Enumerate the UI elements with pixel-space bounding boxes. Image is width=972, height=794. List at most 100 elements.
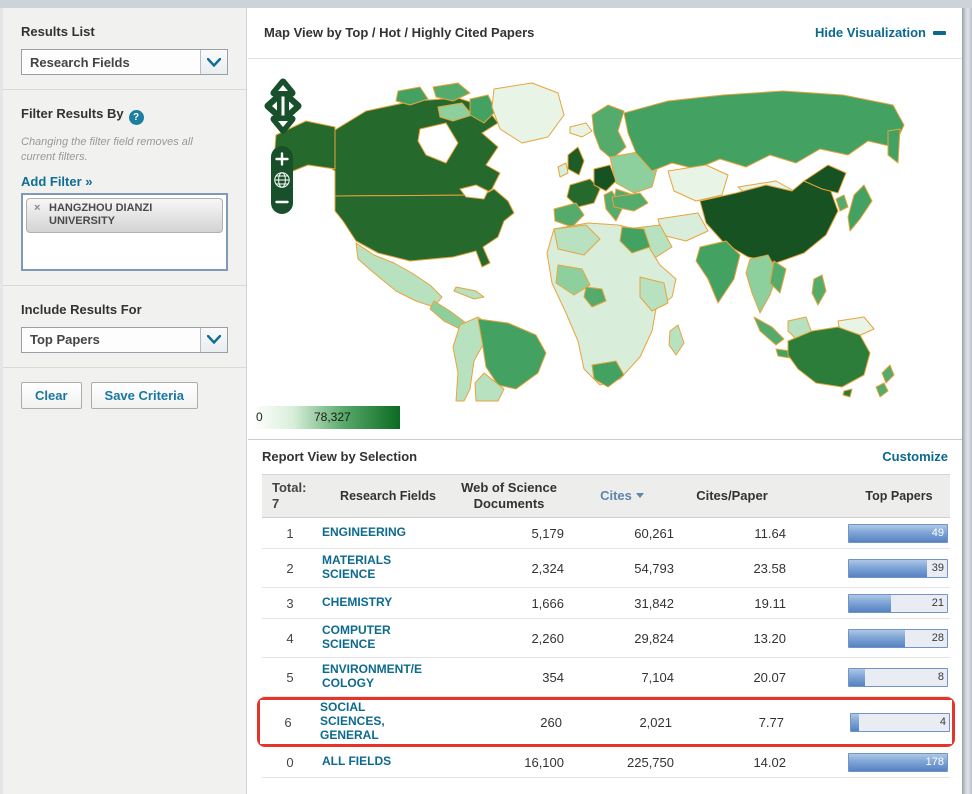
top-papers-gauge: 28 [848,629,948,648]
rank-cell: 6 [260,715,316,730]
field-line: CHEMISTRY [322,596,454,610]
col-header-cites-per-paper[interactable]: Cites/Paper [678,488,788,504]
col-header-top-papers[interactable]: Top Papers [848,489,950,504]
field-line: ENGINEERING [322,526,454,540]
map-region-ireland[interactable] [558,163,568,177]
cites-cell: 2,021 [568,715,676,730]
pan-control[interactable] [262,77,304,135]
cites-cell: 31,842 [570,596,678,611]
map-region-central-asia[interactable] [668,165,728,201]
gauge-value: 4 [940,716,946,728]
map-region-madagascar[interactable] [669,325,684,355]
gauge-value: 49 [932,527,944,539]
col-header-research-fields[interactable]: Research Fields [318,489,454,503]
map-region-korea[interactable] [836,195,848,211]
filter-by-heading-text: Filter Results By [21,106,124,121]
map-region-cuba[interactable] [454,287,484,299]
field-link[interactable]: ALL FIELDS [318,755,454,769]
gauge-value: 28 [932,632,944,644]
field-link[interactable]: MATERIALS SCIENCE [318,554,454,582]
field-link[interactable]: ENGINEERING [318,526,454,540]
include-results-section: Include Results For Top Papers [3,286,246,368]
map-panel-title: Map View by Top / Hot / Highly Cited Pap… [264,8,534,58]
include-results-dropdown[interactable]: Top Papers [21,327,228,353]
field-link[interactable]: ENVIRONMENT/E COLOGY [318,663,454,691]
table-header-row: Total: 7 Research Fields Web of Science … [262,474,950,518]
report-panel-title: Report View by Selection [262,440,417,474]
cites-sort-label: Cites [600,488,632,503]
map-region-russia[interactable] [624,91,904,171]
docs-cell: 16,100 [454,755,570,770]
map-controls [262,77,304,214]
table-row: 1 ENGINEERING 5,179 60,261 11.64 49 [262,518,950,549]
map-region-tasmania[interactable] [843,389,852,397]
map-region-scandinavia[interactable] [592,105,626,159]
total-label: Total: [272,480,306,495]
sort-caret-icon [636,493,644,498]
table-row: 4 COMPUTER SCIENCE 2,260 29,824 13.20 28 [262,619,950,658]
filter-sidebar: Results List Research Fields Filter Resu… [0,8,247,794]
field-link[interactable]: COMPUTER SCIENCE [318,624,454,652]
map-region-uk[interactable] [568,147,584,175]
save-criteria-button[interactable]: Save Criteria [91,382,199,409]
field-link[interactable]: SOCIAL SCIENCES, GENERAL [316,701,452,742]
map-region-kamchatka[interactable] [888,129,900,163]
cpp-cell: 11.64 [678,526,788,541]
window-right-edge [962,8,972,794]
filter-note: Changing the filter field removes all cu… [21,135,228,165]
clear-button[interactable]: Clear [21,382,82,409]
results-list-dropdown-value: Research Fields [22,55,200,70]
gauge-fill [849,560,927,577]
gauge-value: 21 [932,597,944,609]
gauge-fill [849,669,865,686]
map-region-sumatra[interactable] [754,317,784,345]
cpp-cell: 7.77 [676,715,786,730]
map-region-iceland[interactable] [570,123,592,137]
field-line: COLOGY [322,677,454,691]
filter-tag-label: HANGZHOU DIANZI UNIVERSITY [49,202,152,227]
map-region-india[interactable] [696,241,740,303]
rank-cell: 2 [262,561,318,576]
report-table: Total: 7 Research Fields Web of Science … [262,474,950,778]
col-header-wos-documents[interactable]: Web of Science Documents [454,480,570,511]
remove-filter-icon[interactable]: × [34,202,40,215]
minus-icon [933,31,946,35]
cites-cell: 60,261 [570,526,678,541]
results-list-dropdown[interactable]: Research Fields [21,49,228,75]
table-row: 3 CHEMISTRY 1,666 31,842 19.11 21 [262,588,950,619]
zoom-control[interactable] [271,146,293,214]
docs-cell: 5,179 [454,526,570,541]
field-link[interactable]: CHEMISTRY [318,596,454,610]
help-icon[interactable]: ? [129,110,144,125]
gauge-fill [849,630,905,647]
field-line: SCIENCES, [320,715,452,729]
top-papers-gauge: 178 [848,753,948,772]
total-count: 7 [272,496,279,511]
map-region-new-zealand-south[interactable] [876,383,888,397]
results-list-section: Results List Research Fields [3,8,246,90]
customize-link[interactable]: Customize [882,440,948,474]
docs-cell: 2,324 [454,561,570,576]
hide-visualization-link[interactable]: Hide Visualization [815,8,946,58]
add-filter-link[interactable]: Add Filter » [21,174,93,189]
gauge-fill [851,714,859,731]
map-region-philippines[interactable] [812,275,826,305]
chevron-down-icon [200,50,227,74]
filter-by-section: Filter Results By? Changing the filter f… [3,90,246,286]
gauge-value: 8 [938,671,944,683]
field-line: MATERIALS [322,554,454,568]
col-header-cites[interactable]: Cites [570,488,678,504]
map-region-japan[interactable] [848,185,872,231]
map-region-new-zealand-north[interactable] [882,365,894,383]
map-region-greenland[interactable] [492,83,564,143]
gauge-fill [849,595,891,612]
table-row-highlighted: 6 SOCIAL SCIENCES, GENERAL 260 2,021 7.7… [260,700,952,744]
top-papers-gauge: 39 [848,559,948,578]
include-results-dropdown-value: Top Papers [22,332,200,347]
col-header-total: Total: 7 [262,480,318,513]
cites-cell: 225,750 [570,755,678,770]
rank-cell: 3 [262,596,318,611]
map-region-australia[interactable] [788,327,870,387]
highlight-ring: 6 SOCIAL SCIENCES, GENERAL 260 2,021 7.7… [257,697,955,747]
cites-cell: 7,104 [570,670,678,685]
